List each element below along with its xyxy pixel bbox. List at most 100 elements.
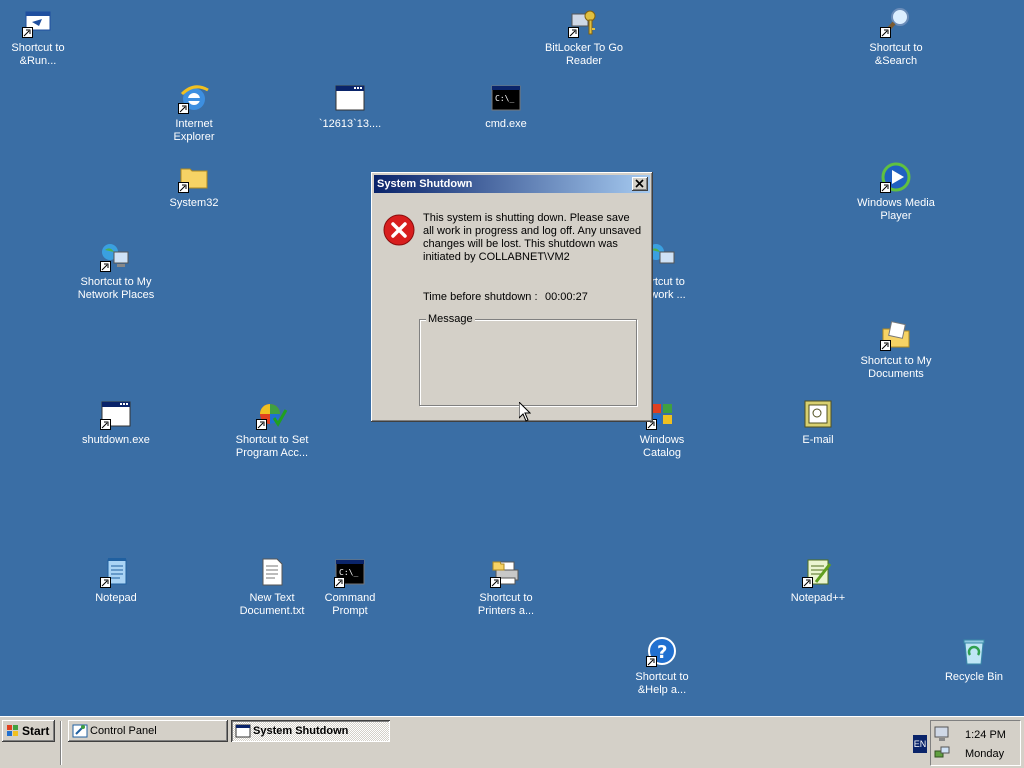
clock-day: Monday	[965, 748, 1005, 760]
desktop-icon-media-player[interactable]: Windows Media Player	[854, 161, 938, 223]
taskbar-item-system-shutdown[interactable]: System Shutdown	[231, 720, 390, 742]
desktop-icon-label: shutdown.exe	[82, 434, 150, 446]
desktop-icon-label: Shortcut to &Search	[869, 42, 923, 67]
desktop-icon-recycle-bin[interactable]: Recycle Bin	[932, 635, 1016, 684]
svg-text:C:\_: C:\_	[339, 568, 358, 577]
shortcut-arrow-icon	[802, 577, 813, 588]
desktop-icon-program-access[interactable]: Shortcut to Set Program Acc...	[230, 398, 314, 460]
notepad-icon	[100, 556, 132, 588]
desktop-icon-new-text-document[interactable]: New Text Document.txt	[230, 556, 314, 618]
shortcut-arrow-icon	[568, 27, 579, 38]
network-connection-icon[interactable]	[934, 745, 950, 761]
language-indicator[interactable]: EN	[913, 735, 927, 753]
control-panel-icon	[72, 724, 88, 738]
desktop-icon-printers[interactable]: Shortcut to Printers a...	[464, 556, 548, 618]
shortcut-arrow-icon	[22, 27, 33, 38]
error-icon	[383, 214, 415, 246]
shortcut-arrow-icon	[490, 577, 501, 588]
program-access-icon	[256, 398, 288, 430]
folder-icon	[178, 161, 210, 193]
desktop-icon-label: New Text Document.txt	[239, 592, 305, 617]
run-window-icon	[22, 6, 54, 38]
desktop-icon-label: `12613`13....	[318, 118, 382, 130]
desktop-icon-label: Windows Catalog	[639, 434, 685, 459]
clock-time[interactable]: 1:24 PM	[965, 729, 1006, 741]
desktop-icon-label: Notepad	[95, 592, 137, 604]
svg-text:C:\_: C:\_	[495, 94, 514, 103]
application-window-icon	[334, 82, 366, 114]
dialog-close-button[interactable]	[632, 177, 648, 191]
desktop-icon-label: BitLocker To Go Reader	[544, 42, 624, 67]
desktop-icon-system32[interactable]: System32	[152, 161, 236, 210]
message-group-label: Message	[426, 313, 475, 325]
desktop-icon-cmd-exe[interactable]: C:\_ cmd.exe	[464, 82, 548, 131]
system-shutdown-dialog[interactable]: System Shutdown This system is shutting …	[371, 172, 653, 422]
time-before-shutdown-value: 00:00:27	[545, 291, 588, 303]
network-places-icon	[100, 240, 132, 272]
shortcut-arrow-icon	[178, 103, 189, 114]
desktop-icon-search[interactable]: Shortcut to &Search	[854, 6, 938, 68]
desktop-icon-label: Command Prompt	[324, 592, 376, 617]
shortcut-arrow-icon	[100, 261, 111, 272]
desktop-icon-shutdown-exe[interactable]: shutdown.exe	[74, 398, 158, 447]
desktop-icon-bitlocker[interactable]: BitLocker To Go Reader	[542, 6, 626, 68]
media-player-icon	[880, 161, 912, 193]
desktop-icon-network-places[interactable]: Shortcut to My Network Places	[74, 240, 158, 302]
message-group-box	[419, 319, 637, 406]
mouse-cursor-icon	[519, 402, 531, 422]
desktop-icon-run[interactable]: Shortcut to &Run...	[0, 6, 80, 68]
shortcut-arrow-icon	[334, 577, 345, 588]
bitlocker-keys-icon	[568, 6, 600, 38]
desktop: Shortcut to &Run... Internet Explorer Sy…	[0, 0, 1024, 716]
start-label: Start	[22, 724, 50, 738]
close-icon	[635, 179, 644, 188]
svg-text:?: ?	[657, 642, 667, 663]
application-window-icon	[100, 398, 132, 430]
command-prompt-icon: C:\_	[490, 82, 522, 114]
desktop-icon-internet-explorer[interactable]: Internet Explorer	[152, 82, 236, 144]
desktop-icon-label: Shortcut to Set Program Acc...	[235, 434, 309, 459]
taskbar-separator	[60, 721, 62, 765]
shortcut-arrow-icon	[178, 182, 189, 193]
shortcut-arrow-icon	[880, 27, 891, 38]
desktop-icon-label: Shortcut to My Documents	[860, 355, 932, 380]
command-prompt-icon: C:\_	[334, 556, 366, 588]
printer-icon	[490, 556, 522, 588]
shortcut-arrow-icon	[256, 419, 267, 430]
shortcut-arrow-icon	[880, 340, 891, 351]
my-documents-icon	[880, 319, 912, 351]
desktop-icon-label: Shortcut to &Help a...	[635, 671, 689, 696]
application-window-icon	[235, 724, 251, 738]
desktop-icon-notepad[interactable]: Notepad	[74, 556, 158, 605]
desktop-icon-email[interactable]: E-mail	[776, 398, 860, 447]
text-document-icon	[256, 556, 288, 588]
desktop-icon-label: System32	[169, 197, 219, 209]
desktop-icon-command-prompt[interactable]: C:\_ Command Prompt	[308, 556, 392, 618]
desktop-icon-help[interactable]: ? Shortcut to &Help a...	[620, 635, 704, 697]
desktop-icon-label: Shortcut to My Network Places	[77, 276, 155, 301]
dialog-title: System Shutdown	[377, 178, 473, 190]
windows-flag-icon	[7, 725, 18, 736]
search-magnifier-icon	[880, 6, 912, 38]
system-tray: 1:24 PM Monday	[930, 720, 1021, 766]
time-before-shutdown-label: Time before shutdown :	[423, 291, 538, 303]
taskbar-item-label: System Shutdown	[253, 725, 349, 737]
desktop-icon-label: Internet Explorer	[173, 118, 215, 143]
desktop-icon-label: Notepad++	[790, 592, 846, 604]
taskbar-item-control-panel[interactable]: Control Panel	[68, 720, 228, 742]
dialog-titlebar[interactable]: System Shutdown	[374, 175, 650, 193]
start-button[interactable]: Start	[2, 720, 55, 742]
taskbar: Start Control Panel System Shutdown EN 1…	[0, 716, 1024, 768]
network-monitor-icon[interactable]	[934, 726, 950, 742]
shortcut-arrow-icon	[880, 182, 891, 193]
desktop-icon-my-documents[interactable]: Shortcut to My Documents	[854, 319, 938, 381]
email-icon	[802, 398, 834, 430]
desktop-icon-label: cmd.exe	[485, 118, 527, 130]
internet-explorer-icon	[178, 82, 210, 114]
shortcut-arrow-icon	[646, 656, 657, 667]
shortcut-arrow-icon	[100, 577, 111, 588]
desktop-icon-label: Recycle Bin	[944, 671, 1004, 683]
desktop-icon-app-12613[interactable]: `12613`13....	[308, 82, 392, 131]
desktop-icon-label: Shortcut to &Run...	[11, 42, 65, 67]
desktop-icon-notepadpp[interactable]: Notepad++	[776, 556, 860, 605]
